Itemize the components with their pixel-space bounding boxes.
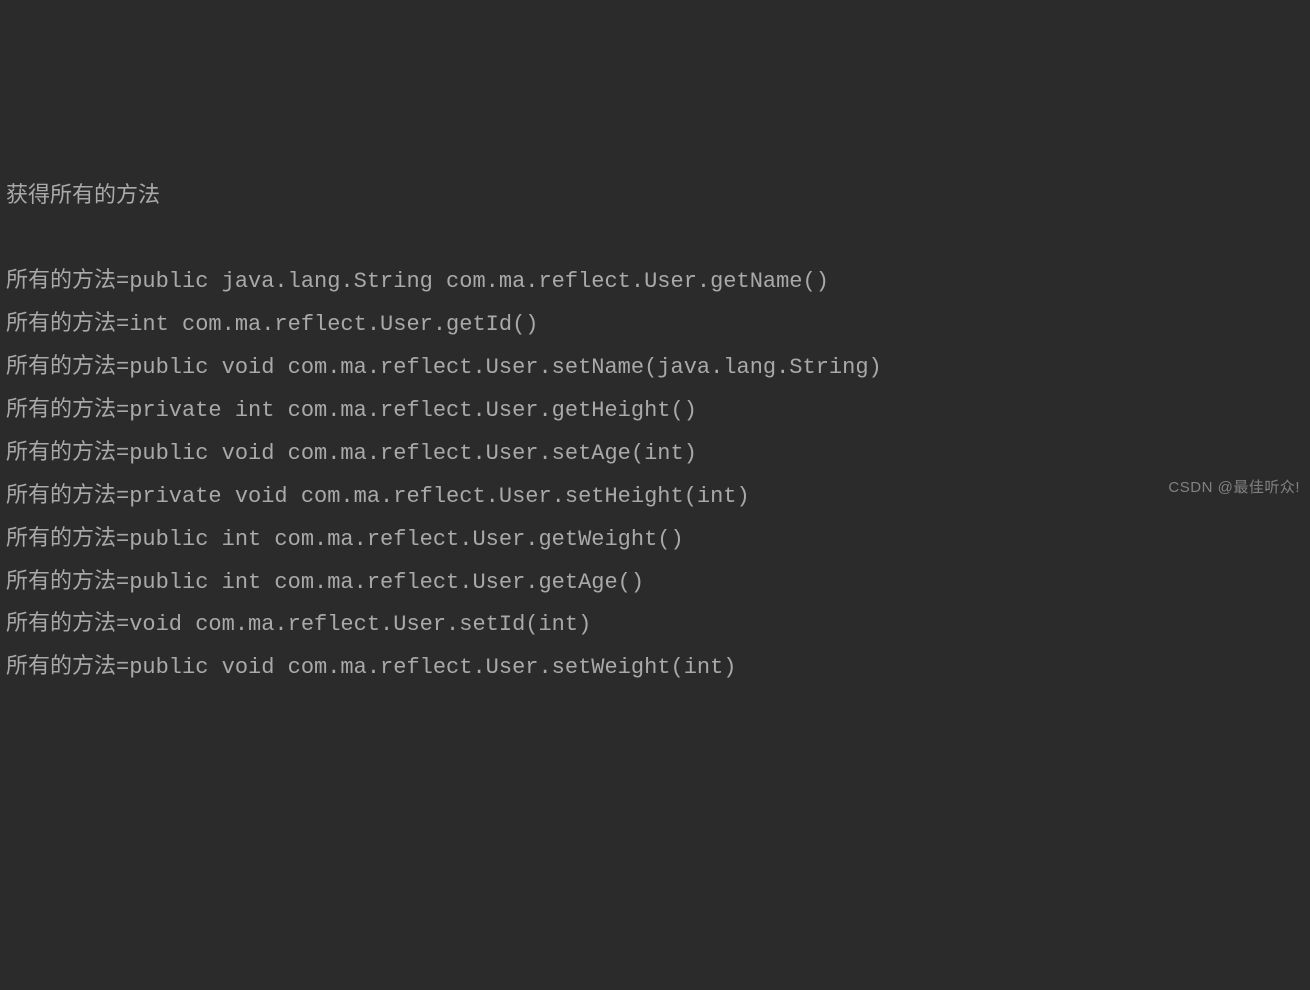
console-line: 所有的方法=public void com.ma.reflect.User.se…: [6, 647, 1304, 690]
console-line: 所有的方法=private int com.ma.reflect.User.ge…: [6, 390, 1304, 433]
console-output: 所有的方法=public java.lang.String com.ma.ref…: [6, 261, 1304, 690]
console-line: 所有的方法=public int com.ma.reflect.User.get…: [6, 519, 1304, 562]
console-line: 所有的方法=public int com.ma.reflect.User.get…: [6, 562, 1304, 605]
console-header: 获得所有的方法: [6, 176, 1304, 219]
watermark: CSDN @最佳听众!: [1168, 473, 1300, 502]
console-line: 所有的方法=public void com.ma.reflect.User.se…: [6, 433, 1304, 476]
console-line: 所有的方法=public java.lang.String com.ma.ref…: [6, 261, 1304, 304]
console-line: 所有的方法=void com.ma.reflect.User.setId(int…: [6, 604, 1304, 647]
console-line: 所有的方法=public void com.ma.reflect.User.se…: [6, 347, 1304, 390]
console-line: 所有的方法=int com.ma.reflect.User.getId(): [6, 304, 1304, 347]
console-line: 所有的方法=private void com.ma.reflect.User.s…: [6, 476, 1304, 519]
